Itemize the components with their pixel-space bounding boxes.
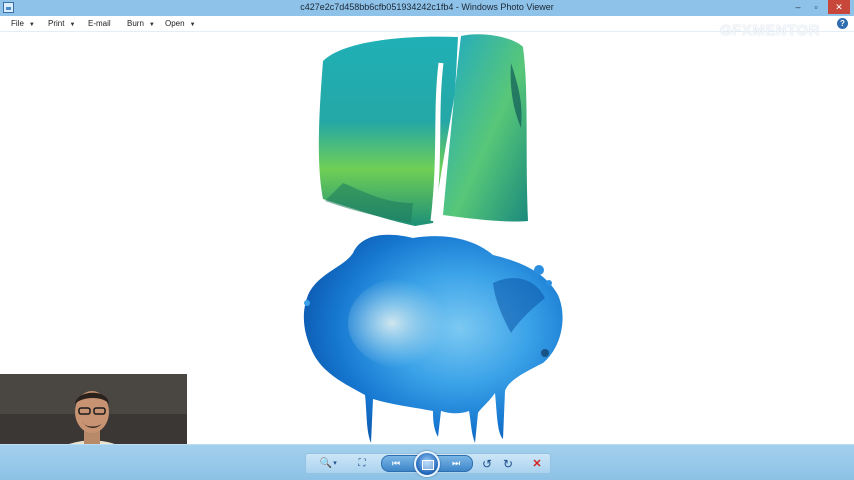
menu-print-label: Print <box>48 19 65 28</box>
menu-burn[interactable]: Burn ▼ <box>127 19 155 28</box>
help-icon[interactable]: ? <box>837 18 848 29</box>
delete-icon[interactable]: ✕ <box>529 455 545 473</box>
rotate-clockwise-icon[interactable]: ↻ <box>501 455 515 473</box>
chevron-down-icon: ▼ <box>148 22 155 28</box>
menu-print[interactable]: Print ▼ <box>48 19 75 28</box>
slideshow-button[interactable] <box>414 451 440 477</box>
chevron-down-icon: ▼ <box>28 22 35 28</box>
zoom-dropdown-icon[interactable]: ▾ <box>332 455 338 473</box>
minimize-button[interactable]: – <box>790 0 806 14</box>
actual-size-icon[interactable]: ⛶ <box>354 455 370 473</box>
rotate-counterclockwise-icon[interactable]: ↺ <box>480 455 494 473</box>
menu-open-label: Open <box>165 19 185 28</box>
channel-watermark: GFXMENTOR <box>720 22 821 39</box>
menu-file[interactable]: File ▼ <box>11 19 35 28</box>
watercolor-artwork <box>303 34 563 443</box>
close-button[interactable]: ✕ <box>828 0 850 14</box>
menu-email[interactable]: E-mail <box>88 19 111 28</box>
menu-open[interactable]: Open ▼ <box>165 19 196 28</box>
previous-image-icon[interactable]: ⏮ <box>389 457 403 470</box>
title-bar: c427e2c7d458bb6cfb051934242c1fb4 - Windo… <box>0 0 854 16</box>
menu-email-label: E-mail <box>88 19 111 28</box>
chevron-down-icon: ▼ <box>189 22 196 28</box>
menu-burn-label: Burn <box>127 19 144 28</box>
displayed-photo[interactable] <box>283 33 570 444</box>
chevron-down-icon: ▼ <box>69 22 76 28</box>
restore-button[interactable]: ▫ <box>808 0 824 14</box>
next-image-icon[interactable]: ⏭ <box>449 457 463 470</box>
window-title: c427e2c7d458bb6cfb051934242c1fb4 - Windo… <box>300 2 554 12</box>
menu-file-label: File <box>11 19 24 28</box>
